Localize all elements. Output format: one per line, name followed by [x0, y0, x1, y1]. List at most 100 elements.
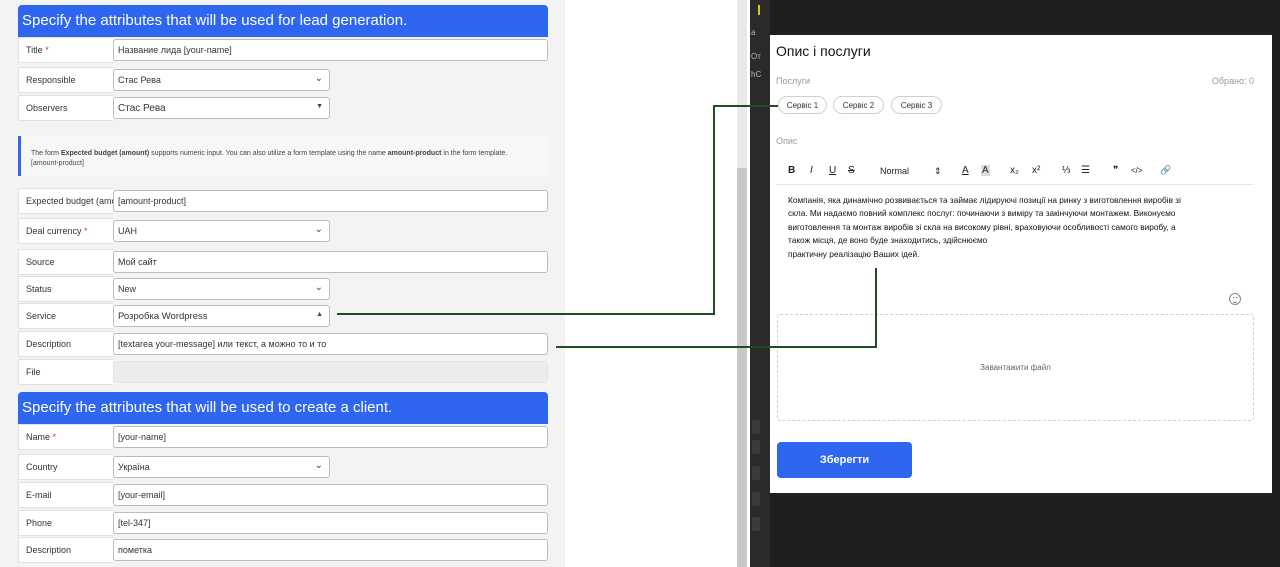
chevron-down-icon: ⌄ [314, 73, 323, 84]
dark-tab-chip[interactable] [752, 517, 760, 531]
responsible-select[interactable]: Стас Рева ⌄ [113, 69, 330, 91]
dark-snippet: hC [751, 70, 762, 79]
field-label-client-name: Name * [18, 424, 113, 450]
field-label-source: Source [18, 249, 113, 275]
strikethrough-button[interactable]: S [848, 165, 855, 176]
blank-gap [565, 0, 737, 567]
description-label: Опис [776, 136, 798, 146]
dark-snippet: а [751, 28, 756, 37]
scrollbar-thumb[interactable] [737, 168, 747, 567]
field-row-expected-budget: Expected budget (amo [amount-product] [18, 188, 548, 214]
expected-budget-input[interactable]: [amount-product] [113, 190, 548, 212]
highlight-marker [758, 5, 760, 15]
field-row-source: Source Мой сайт [18, 249, 548, 275]
country-select[interactable]: Україна ⌄ [113, 456, 330, 478]
chevron-down-icon: ⌄ [314, 224, 323, 235]
client-description-input[interactable]: пометка [113, 539, 548, 561]
field-label-observers: Observers [18, 95, 113, 121]
description-input[interactable]: [textarea your-message] или текст, а мож… [113, 333, 548, 355]
field-label-deal-currency: Deal currency * [18, 218, 113, 244]
dark-tab-chip[interactable] [752, 492, 760, 506]
underline-button[interactable]: U [829, 165, 836, 176]
lead-section-header: Specify the attributes that will be used… [18, 5, 548, 37]
field-row-deal-currency: Deal currency * UAH ⌄ [18, 218, 548, 244]
field-label-country: Country [18, 454, 113, 480]
field-label-phone: Phone [18, 510, 113, 536]
field-label-expected-budget: Expected budget (amo [18, 188, 113, 214]
source-input[interactable]: Мой сайт [113, 251, 548, 273]
editor-text-line: практичну реалізацію Ваших ідей. [788, 248, 920, 259]
title-input[interactable]: Название лида [your-name] [113, 39, 548, 61]
dark-tab-chip[interactable] [752, 466, 760, 480]
selected-count: Обрано: 0 [1211, 76, 1254, 86]
field-label-service: Service [18, 303, 113, 329]
link-icon[interactable]: 🔗 [1160, 165, 1171, 176]
field-row-status: Status New ⌄ [18, 276, 548, 302]
editor-text-line: скла. Ми надаємо повний комплекс послуг:… [788, 208, 1176, 219]
editor-text-line: Компанія, яка динамічно розвивається та … [788, 195, 1181, 205]
text-color-button[interactable]: A [962, 165, 969, 176]
field-label-title: Title * [18, 37, 113, 63]
client-name-input[interactable]: [your-name] [113, 426, 548, 448]
field-row-file: File [18, 359, 548, 385]
file-input-disabled [113, 361, 548, 383]
services-label: Послуги [776, 76, 811, 86]
subscript-button[interactable]: x₂ [1010, 165, 1019, 176]
phone-input[interactable]: [tel-347] [113, 512, 548, 534]
field-row-title: Title * Название лида [your-name] [18, 37, 548, 63]
code-icon[interactable]: </> [1131, 166, 1143, 175]
service-chip-1[interactable]: Сервіс 1 [778, 96, 827, 114]
upload-label: Завантажити файл [980, 363, 1051, 372]
description-services-modal: Опис і послуги Послуги Обрано: 0 Сервіс … [770, 35, 1272, 493]
background-color-button[interactable]: A [981, 165, 990, 176]
dark-side-strip [750, 0, 770, 567]
field-row-country: Country Україна ⌄ [18, 454, 548, 480]
bullet-list-icon[interactable]: ☰ [1081, 165, 1090, 176]
dark-tab-chip[interactable] [752, 440, 760, 454]
bold-button[interactable]: B [788, 165, 795, 176]
service-chip-2[interactable]: Сервіс 2 [833, 96, 884, 114]
editor-text-line: виготовлення та монтаж виробів зі скла н… [788, 221, 1176, 232]
quote-icon[interactable]: ❞ [1113, 165, 1118, 176]
field-row-client-description: Description пометка [18, 537, 548, 563]
caret-down-icon: ▼ [316, 103, 323, 110]
dark-tab-chip[interactable] [752, 420, 760, 434]
screenshot-root: Specify the attributes that will be used… [0, 0, 1280, 567]
field-row-client-name: Name * [your-name] [18, 424, 548, 450]
format-arrows-icon: ⇕ [934, 166, 942, 176]
format-select[interactable]: Normal [880, 166, 909, 176]
deal-currency-select[interactable]: UAH ⌄ [113, 220, 330, 242]
ordered-list-icon[interactable]: ⅓ [1062, 165, 1070, 176]
field-label-email: E-mail [18, 482, 113, 508]
field-row-service: Service Розробка Wordpress ▲ [18, 303, 548, 329]
dark-snippet: От [751, 52, 761, 61]
field-label-client-description: Description [18, 537, 113, 563]
modal-title: Опис і послуги [776, 43, 871, 59]
field-label-file: File [18, 359, 113, 385]
emoji-icon[interactable] [1229, 293, 1241, 305]
field-label-description: Description [18, 331, 113, 357]
save-button[interactable]: Зберегти [777, 442, 912, 478]
editor-text-line: також місця, де воно буде знаходитись, з… [788, 235, 988, 246]
field-row-phone: Phone [tel-347] [18, 510, 548, 536]
amount-info-note: The form Expected budget (amount) suppor… [18, 136, 548, 176]
italic-button[interactable]: I [810, 165, 813, 176]
field-row-email: E-mail [your-email] [18, 482, 548, 508]
superscript-button[interactable]: x² [1032, 165, 1040, 176]
field-row-responsible: Responsible Стас Рева ⌄ [18, 67, 548, 93]
field-row-description: Description [textarea your-message] или … [18, 331, 548, 357]
service-select[interactable]: Розробка Wordpress ▲ [113, 305, 330, 327]
client-section-header: Specify the attributes that will be used… [18, 392, 548, 424]
status-select[interactable]: New ⌄ [113, 278, 330, 300]
service-chip-3[interactable]: Сервіс 3 [891, 96, 942, 114]
editor-toolbar: B I U S Normal ⇕ A A x₂ x² ⅓ ☰ ❞ </> 🔗 [776, 163, 1253, 185]
caret-up-icon: ▲ [316, 311, 323, 318]
email-input[interactable]: [your-email] [113, 484, 548, 506]
file-upload-dropzone[interactable]: Завантажити файл [777, 314, 1254, 421]
chevron-down-icon: ⌄ [314, 282, 323, 293]
field-label-responsible: Responsible [18, 67, 113, 93]
description-editor[interactable]: Компанія, яка динамічно розвивається та … [788, 194, 1253, 261]
field-row-observers: Observers Стас Рева ▼ [18, 95, 548, 121]
field-label-status: Status [18, 276, 113, 302]
observers-select[interactable]: Стас Рева ▼ [113, 97, 330, 119]
